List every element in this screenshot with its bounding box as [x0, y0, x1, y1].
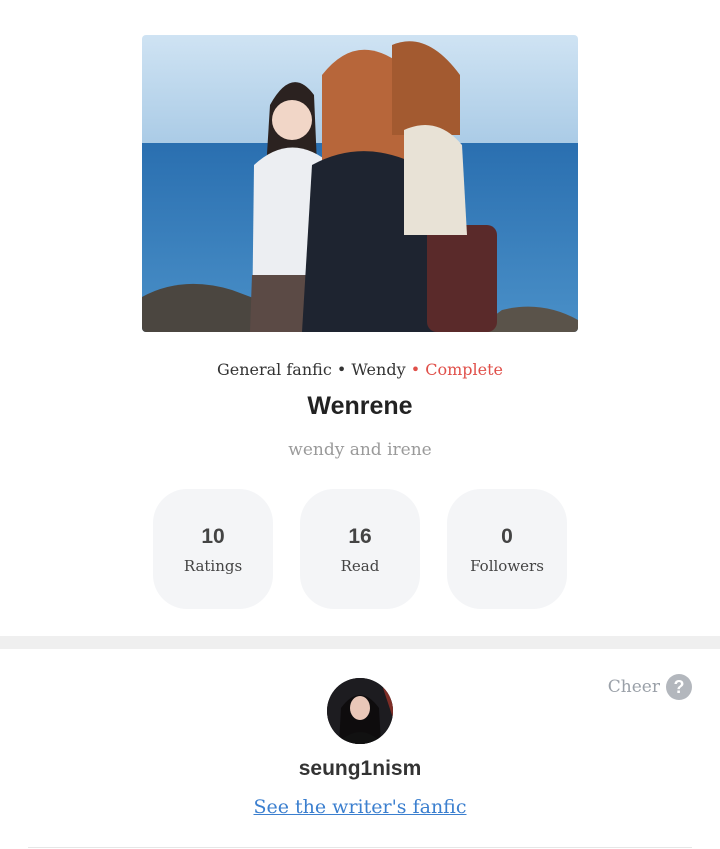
cheer-button[interactable]: Cheer ? [608, 674, 692, 700]
status-badge: • Complete [411, 360, 503, 379]
meta-separator: • [336, 360, 347, 379]
bottom-divider [28, 847, 692, 848]
author-name[interactable]: seung1nism [0, 757, 720, 781]
cheer-label: Cheer [607, 677, 660, 697]
stat-read[interactable]: 16 Read [300, 489, 420, 609]
stat-value: 10 [201, 525, 225, 548]
writer-fanfic-link[interactable]: See the writer's fanfic [0, 796, 720, 818]
story-character: Wendy [351, 360, 406, 379]
status-separator: • [410, 360, 421, 379]
stat-label: Read [340, 557, 380, 575]
question-icon[interactable]: ? [666, 674, 692, 700]
story-cover-image [142, 35, 578, 332]
stat-label: Followers [470, 557, 544, 575]
stat-ratings[interactable]: 10 Ratings [153, 489, 273, 609]
stat-followers[interactable]: 0 Followers [447, 489, 567, 609]
story-meta: General fanfic • Wendy • Complete [0, 360, 720, 379]
stat-value: 0 [501, 525, 513, 548]
story-subtitle: wendy and irene [288, 440, 432, 460]
story-status: Complete [425, 360, 504, 379]
stat-label: Ratings [183, 557, 243, 575]
story-category: General fanfic [216, 360, 332, 379]
avatar[interactable] [327, 678, 393, 744]
story-title: Wenrene [307, 392, 413, 420]
section-divider [0, 636, 720, 649]
stat-value: 16 [348, 525, 372, 548]
